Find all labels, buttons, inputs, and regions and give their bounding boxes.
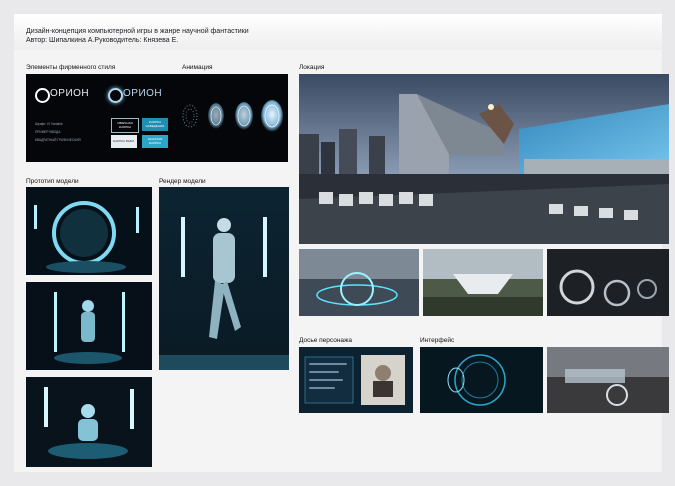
button-swatch-normal: ОБЫЧНАЯ КНОПКА: [111, 118, 139, 133]
brand-note-input: ПРИМЕР ВВОДА: [35, 130, 61, 134]
location-thumb-3: [547, 249, 669, 316]
logo-mark-white: [35, 88, 50, 103]
button-swatch-hover: КНОПКА НАВЕДЕНИЯ: [142, 118, 168, 131]
character-dossier-panel: [299, 347, 413, 413]
running-character-scene: [159, 187, 289, 370]
button-swatch-disabled: КНОПКА ВЫКЛ.: [111, 135, 137, 148]
prototype-render-2: [26, 282, 152, 370]
model-render: [159, 187, 289, 370]
crouching-figure-scene: [26, 377, 152, 467]
page-title: Дизайн-концепция компьютерной игры в жан…: [26, 28, 249, 35]
wheels-scene: [547, 249, 669, 316]
section-label-prototype: Прототип модели: [26, 178, 79, 185]
prototype-render-3: [26, 377, 152, 467]
location-thumb-2: [423, 249, 543, 316]
logo-text-white: ОРИОН: [50, 88, 90, 99]
section-label-brand: Элементы фирменного стиля: [26, 64, 116, 71]
interface-panel-2: [547, 347, 669, 413]
location-main-render: [299, 74, 669, 244]
location-thumb-1: [299, 249, 419, 316]
figure-pose-scene: [26, 282, 152, 370]
brand-note-font: Шрифт: IV Variable: [35, 122, 63, 126]
dossier-line-2: [309, 371, 339, 373]
button-swatch-pressed: НАЖАТАЯ КНОПКА: [142, 135, 168, 148]
brand-style-panel: ОРИОН ОРИОН Шрифт: IV Variable ПРИМЕР ВВ…: [26, 74, 288, 162]
animation-frame-2: [208, 103, 224, 129]
poster-sheet: Дизайн-концепция компьютерной игры в жан…: [14, 14, 669, 472]
logo-mark-accent: [108, 88, 123, 103]
animation-frame-3: [235, 102, 253, 130]
logo-text-accent: ОРИОН: [123, 88, 163, 99]
section-label-location: Локация: [299, 64, 325, 71]
dossier-line-4: [309, 387, 335, 389]
section-label-animation: Анимация: [182, 64, 213, 71]
prototype-render-1: [26, 187, 152, 275]
city-rooftop-scene: [299, 74, 669, 244]
portal-scene: [299, 249, 419, 316]
canopy-scene: [423, 249, 543, 316]
dossier-line-1: [309, 363, 347, 365]
fingerprint-animation-frames: [182, 100, 283, 132]
fingerprint-scan-ui: [420, 347, 543, 413]
section-label-dossier: Досье персонажа: [299, 337, 353, 344]
ring-capsule-scene: [26, 187, 152, 275]
dossier-line-3: [309, 379, 343, 381]
section-label-render: Рендер модели: [159, 178, 206, 185]
animation-frame-1: [182, 104, 198, 128]
brand-note-graphic: КВАДРАТНЫЙ ГРАФИЧЕСКИЙ: [35, 138, 81, 142]
author-line: Автор: Шипалкина А.Руководитель: Князева…: [26, 37, 179, 44]
section-label-interface: Интерфейс: [420, 337, 455, 344]
interface-panel-1: [420, 347, 543, 413]
vehicle-hud-ui: [547, 347, 669, 413]
animation-frame-4: [261, 100, 283, 132]
